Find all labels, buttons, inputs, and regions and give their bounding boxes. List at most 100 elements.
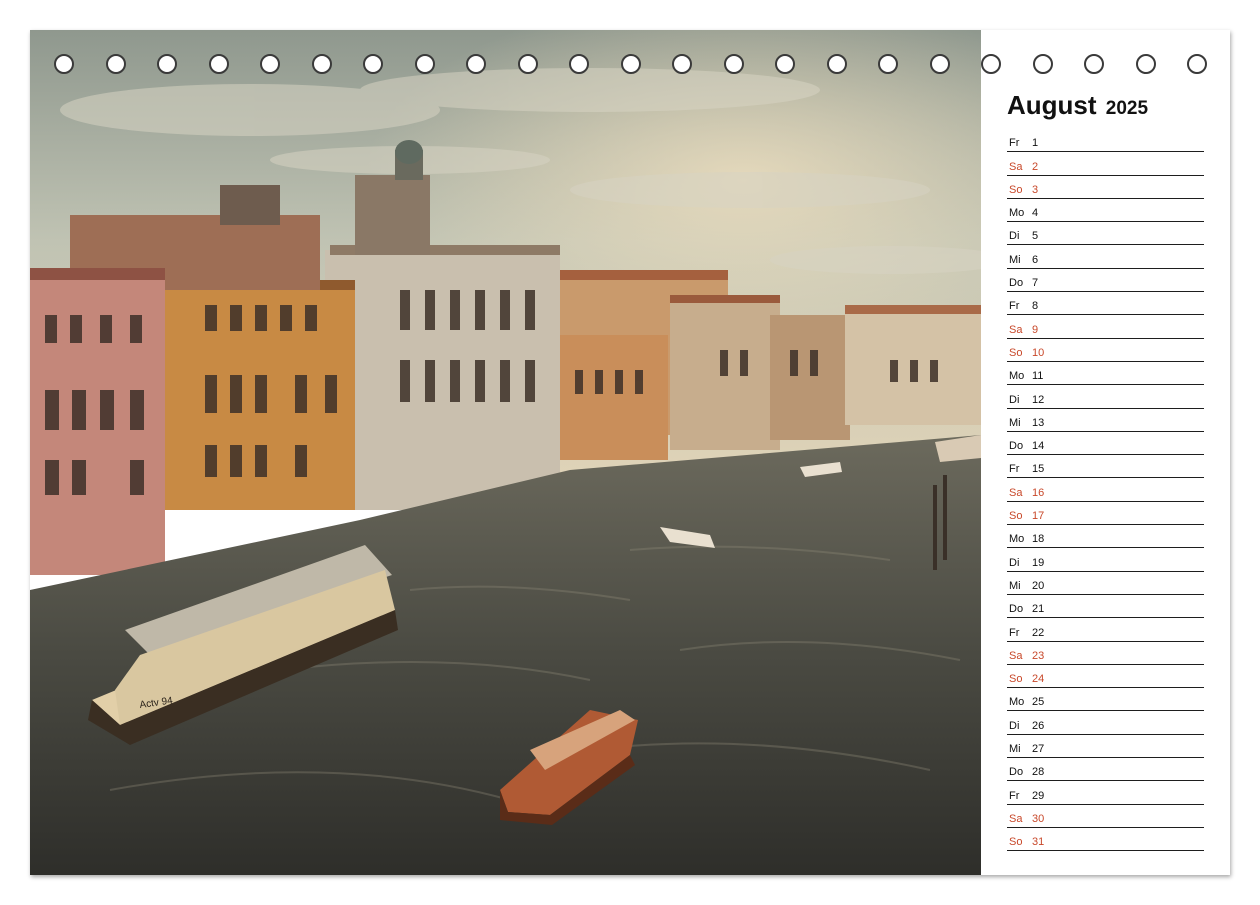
day-number: 31 [1032, 836, 1045, 849]
day-row: Do 28 [1007, 758, 1204, 782]
day-number: 14 [1032, 440, 1045, 453]
day-number: 27 [1032, 743, 1045, 756]
weekday: Fr [1009, 626, 1020, 639]
day-row: So 31 [1007, 828, 1204, 852]
day-row: Sa 30 [1007, 805, 1204, 828]
binding-ring [981, 54, 1001, 74]
calendar-page: Actv 94 August 2025 Fr 1 Sa 2 So 3 Mo 4 Di 5 Mi 6 Do… [30, 30, 1230, 875]
weekday: Do [1009, 277, 1024, 290]
weekday: So [1009, 183, 1023, 196]
day-row: So 10 [1007, 339, 1204, 362]
day-row: Mo 4 [1007, 199, 1204, 223]
day-row: Do 7 [1007, 269, 1204, 293]
venice-grand-canal-photo: Actv 94 [30, 30, 981, 875]
weekday: Fr [1009, 463, 1020, 476]
day-number: 23 [1032, 649, 1045, 662]
day-row: Mo 11 [1007, 362, 1204, 386]
binding-ring [1084, 54, 1104, 74]
weekday: Do [1009, 603, 1024, 616]
weekday: Mi [1009, 579, 1021, 592]
weekday: So [1009, 510, 1023, 523]
day-number: 6 [1032, 253, 1039, 266]
day-row: Di 26 [1007, 711, 1204, 735]
weekday: So [1009, 673, 1023, 686]
day-row: Do 14 [1007, 432, 1204, 456]
day-number: 24 [1032, 673, 1045, 686]
day-number: 20 [1032, 579, 1045, 592]
day-number: 21 [1032, 603, 1045, 616]
day-number: 28 [1032, 766, 1045, 779]
day-number: 22 [1032, 626, 1045, 639]
weekday: Mo [1009, 207, 1025, 220]
day-row: Sa 2 [1007, 152, 1204, 176]
day-number: 16 [1032, 486, 1045, 499]
month-name: August [1007, 90, 1097, 120]
weekday: Di [1009, 230, 1020, 243]
weekday: Do [1009, 766, 1024, 779]
day-row: Sa 16 [1007, 478, 1204, 502]
day-row: Fr 29 [1007, 781, 1204, 805]
day-list: Fr 1 Sa 2 So 3 Mo 4 Di 5 Mi 6 Do 7 Fr 8 Sa 9 So 10 Mo 11 Di 12 M… [1007, 129, 1204, 852]
weekday: So [1009, 346, 1023, 359]
day-row: Di 19 [1007, 548, 1204, 572]
day-number: 3 [1032, 183, 1039, 196]
weekday: Sa [1009, 323, 1023, 336]
weekday: So [1009, 836, 1023, 849]
day-number: 10 [1032, 346, 1045, 359]
day-number: 13 [1032, 416, 1045, 429]
day-number: 29 [1032, 789, 1045, 802]
day-number: 19 [1032, 556, 1045, 569]
binding-ring [1135, 54, 1156, 74]
day-row: Fr 22 [1007, 618, 1204, 642]
weekday: Fr [1009, 789, 1020, 802]
day-row: Di 5 [1007, 222, 1204, 246]
day-row: Fr 1 [1007, 129, 1204, 153]
weekday: Sa [1009, 812, 1023, 825]
day-number: 26 [1032, 719, 1045, 732]
weekday: Sa [1009, 160, 1023, 173]
weekday: Di [1009, 719, 1020, 732]
day-number: 8 [1032, 300, 1039, 313]
day-number: 15 [1032, 463, 1045, 476]
weekday: Sa [1009, 486, 1023, 499]
calendar-panel: August 2025 Fr 1 Sa 2 So 3 Mo 4 Di 5 Mi 6 Do 7 Fr 8 Sa 9 S… [1007, 85, 1204, 852]
day-row: Mi 13 [1007, 409, 1204, 432]
weekday: Do [1009, 440, 1024, 453]
day-number: 30 [1032, 812, 1045, 825]
day-row: So 3 [1007, 176, 1204, 199]
day-row: Sa 9 [1007, 315, 1204, 339]
weekday: Mi [1009, 743, 1021, 756]
day-number: 12 [1032, 393, 1045, 406]
day-number: 5 [1032, 230, 1039, 243]
day-number: 9 [1032, 323, 1039, 336]
weekday: Mo [1009, 533, 1025, 546]
weekday: Di [1009, 393, 1020, 406]
day-number: 17 [1032, 510, 1045, 523]
day-row: So 24 [1007, 665, 1204, 689]
day-row: Sa 23 [1007, 642, 1204, 665]
weekday: Mi [1009, 416, 1021, 429]
binding-ring [1032, 54, 1053, 74]
day-row: Fr 8 [1007, 292, 1204, 316]
day-number: 11 [1032, 370, 1044, 383]
year: 2025 [1105, 98, 1149, 119]
day-row: Mi 27 [1007, 735, 1204, 759]
day-number: 4 [1032, 207, 1039, 220]
weekday: Mi [1009, 253, 1021, 266]
day-row: Mi 6 [1007, 245, 1204, 269]
binding-ring [1187, 54, 1207, 74]
weekday: Mo [1009, 370, 1025, 383]
day-row: Fr 15 [1007, 455, 1204, 479]
month-title: August 2025 [1007, 85, 1204, 125]
day-row: Do 21 [1007, 595, 1204, 619]
day-number: 2 [1032, 160, 1039, 173]
weekday: Sa [1009, 649, 1023, 662]
weekday: Fr [1009, 300, 1020, 313]
day-row: Mi 20 [1007, 572, 1204, 595]
day-row: Mo 18 [1007, 525, 1204, 549]
weekday: Mo [1009, 696, 1025, 709]
day-row: Mo 25 [1007, 688, 1204, 712]
weekday: Fr [1009, 137, 1020, 150]
day-row: Di 12 [1007, 385, 1204, 409]
weekday: Di [1009, 556, 1020, 569]
